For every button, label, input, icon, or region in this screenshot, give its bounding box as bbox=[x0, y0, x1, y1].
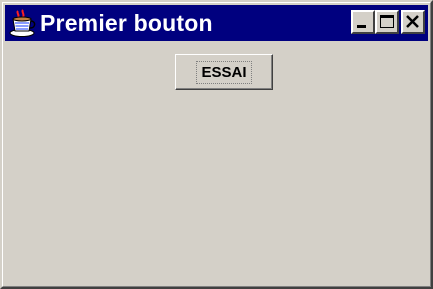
essai-button-label: ESSAI bbox=[196, 60, 252, 84]
java-coffee-cup-icon[interactable] bbox=[7, 8, 37, 38]
application-window: Premier bouton ESSAI bbox=[0, 0, 433, 289]
essai-button[interactable]: ESSAI bbox=[175, 54, 273, 90]
title-bar[interactable]: Premier bouton bbox=[5, 5, 428, 41]
minimize-icon bbox=[357, 25, 366, 28]
window-controls bbox=[351, 10, 425, 34]
close-button[interactable] bbox=[401, 10, 425, 34]
close-icon bbox=[406, 15, 419, 28]
window-title: Premier bouton bbox=[40, 9, 213, 36]
maximize-button[interactable] bbox=[375, 10, 399, 34]
maximize-icon bbox=[380, 15, 394, 28]
content-pane: ESSAI bbox=[5, 44, 429, 284]
minimize-button[interactable] bbox=[351, 10, 375, 34]
